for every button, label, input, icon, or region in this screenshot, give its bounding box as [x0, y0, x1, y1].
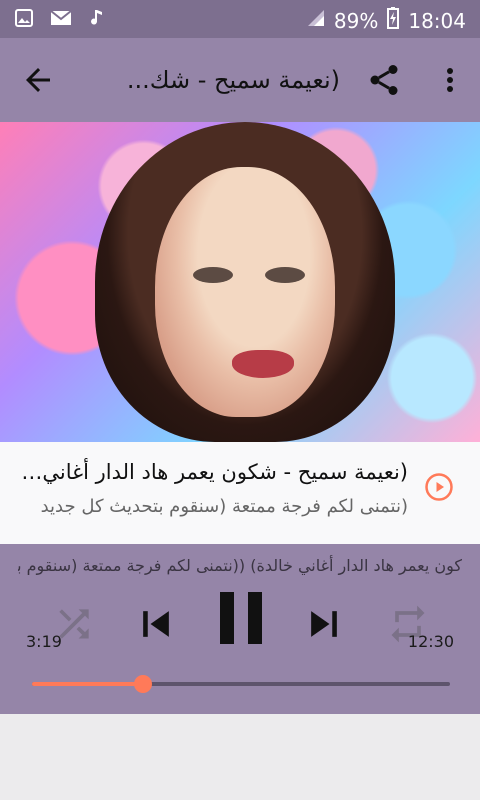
play-circle-icon[interactable]	[424, 472, 454, 502]
now-playing-card[interactable]: (نعيمة سميح - شكون يعمر هاد الدار أغاني …	[0, 442, 480, 544]
signal-icon	[306, 8, 326, 33]
mail-icon	[50, 9, 72, 31]
seek-bar-thumb[interactable]	[133, 675, 152, 693]
now-playing-subtitle: (نتمنى لكم فرجة ممتعة (سنقوم بتحديث كل ج…	[40, 496, 408, 517]
status-left-icons	[14, 8, 104, 32]
battery-percent: 89%	[333, 8, 379, 33]
cover-left-eye	[193, 267, 233, 283]
share-icon[interactable]	[366, 62, 402, 98]
app-bar: (نعيمة سميح - شك...	[0, 38, 480, 122]
album-cover-image	[0, 122, 480, 442]
skip-next-icon[interactable]	[302, 602, 346, 646]
app-bar-title: (نعيمة سميح - شك...	[126, 66, 340, 94]
elapsed-time: 3:19	[26, 632, 62, 651]
status-bar: 89% 18:04	[0, 0, 480, 38]
player-panel: كون يعمر هاد الدار أغاني خالدة) ((نتمنى …	[0, 544, 480, 714]
image-icon	[14, 8, 34, 32]
track-marquee: كون يعمر هاد الدار أغاني خالدة) ((نتمنى …	[18, 556, 462, 575]
now-playing-title: (نعيمة سميح - شكون يعمر هاد الدار أغاني …	[16, 460, 408, 484]
status-right: 89% 18:04	[306, 6, 466, 35]
music-icon	[88, 8, 104, 32]
cover-mouth	[232, 350, 294, 378]
battery-charging-icon	[386, 6, 400, 35]
seek-bar-fill	[32, 682, 143, 686]
cover-right-eye	[265, 267, 305, 283]
pause-icon[interactable]	[218, 590, 264, 646]
seek-bar[interactable]	[32, 675, 450, 693]
more-vert-icon[interactable]	[440, 62, 460, 98]
back-arrow-icon[interactable]	[20, 62, 56, 98]
clock: 18:04	[408, 8, 466, 33]
duration-time: 12:30	[407, 632, 454, 651]
cover-face	[155, 167, 335, 417]
skip-previous-icon[interactable]	[134, 602, 178, 646]
bottom-empty-area	[0, 714, 480, 800]
